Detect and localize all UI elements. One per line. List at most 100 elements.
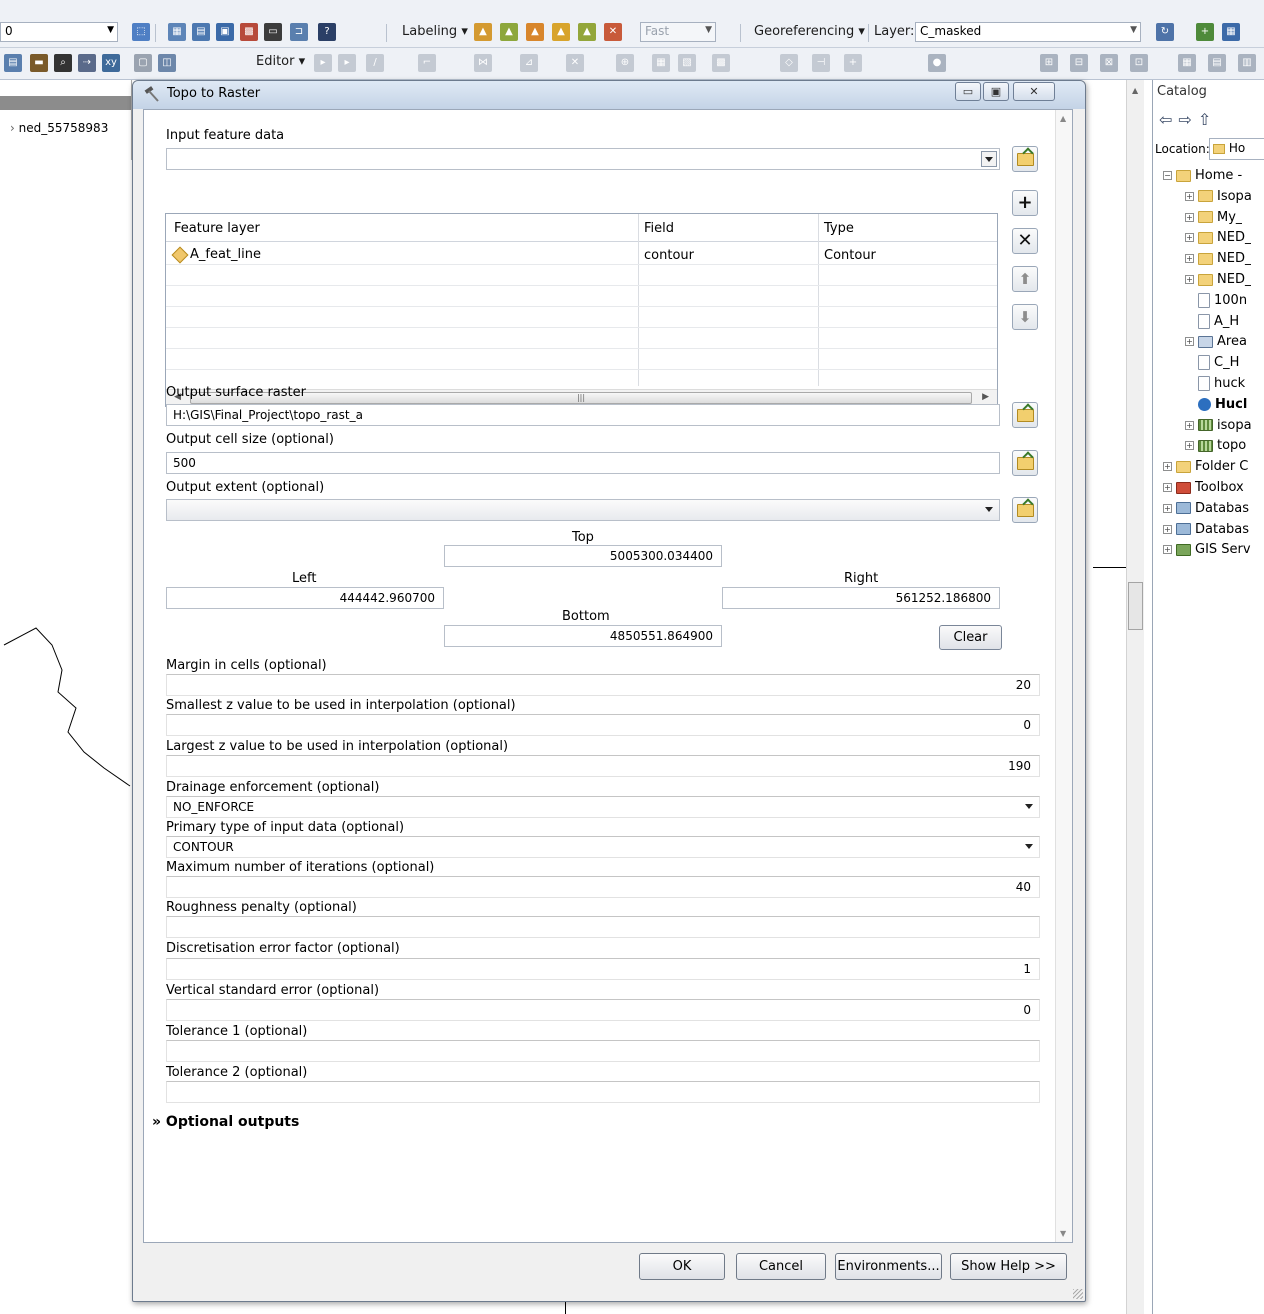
sketch-properties-icon[interactable]: ▧	[678, 54, 696, 72]
arctoolbox-icon[interactable]: ▩	[240, 23, 258, 41]
show-help-button[interactable]: Show Help >>	[950, 1253, 1067, 1280]
search-window-icon[interactable]: ▣	[216, 23, 234, 41]
tolerance1-field[interactable]	[166, 1040, 1040, 1062]
scrollbar-thumb[interactable]	[1128, 582, 1143, 630]
editor-menu[interactable]: Editor ▾	[256, 54, 305, 69]
extent-top-field[interactable]: 5005300.034400	[444, 545, 722, 567]
extent-left-field[interactable]: 444442.960700	[166, 587, 444, 609]
back-arrow-icon[interactable]: ⇦	[1159, 110, 1178, 129]
expand-icon[interactable]: +	[1163, 462, 1172, 472]
select-elements-icon[interactable]: ⬚	[132, 23, 150, 41]
modelbuilder-icon[interactable]: ⊐	[290, 23, 308, 41]
column-header-type[interactable]: Type	[824, 221, 854, 236]
browse-extent-button[interactable]	[1012, 497, 1038, 523]
expand-icon[interactable]: +	[1163, 524, 1172, 534]
topology-icon[interactable]: ◇	[780, 54, 798, 72]
add-data-icon[interactable]: ▬	[30, 54, 48, 72]
scroll-up-icon[interactable]: ▲	[1060, 114, 1066, 123]
tolerance2-field[interactable]	[166, 1081, 1040, 1103]
validate-topology-icon[interactable]: ●	[928, 54, 946, 72]
multi-displacement-icon[interactable]: ⊡	[1130, 54, 1148, 72]
toc-layer-item[interactable]: › ned_55758983	[10, 121, 108, 135]
extent-bottom-field[interactable]: 4850551.864900	[444, 625, 722, 647]
cell-size-field[interactable]: 500	[166, 452, 1000, 474]
catalog-tree-item[interactable]: + topo	[1185, 438, 1246, 458]
catalog-tree-item[interactable]: + isopa	[1185, 418, 1252, 438]
output-raster-field[interactable]: H:\GIS\Final_Project\topo_rast_a	[166, 404, 1000, 426]
edit-tool-icon[interactable]: ▸	[314, 54, 332, 72]
expand-icon[interactable]: +	[1163, 545, 1172, 555]
map-scale-combobox[interactable]: 0 ▼	[0, 22, 118, 42]
reshape-icon[interactable]: ⊿	[520, 54, 538, 72]
scroll-down-icon[interactable]: ▼	[1060, 1229, 1066, 1238]
extent-right-field[interactable]: 561252.186800	[722, 587, 1000, 609]
drainage-enforcement-select[interactable]: NO_ENFORCE	[166, 796, 1040, 818]
identity-link-icon[interactable]: ⊠	[1100, 54, 1118, 72]
catalog-tree-item[interactable]: + Databas	[1163, 501, 1249, 521]
link-table-icon[interactable]: ▥	[1238, 54, 1256, 72]
collapse-icon[interactable]: −	[1163, 171, 1172, 180]
catalog-tree-item[interactable]: huck	[1185, 376, 1245, 396]
find-route-icon[interactable]: ⇢	[78, 54, 96, 72]
python-window-icon[interactable]: ▭	[264, 23, 282, 41]
close-button[interactable]: ✕	[1013, 82, 1055, 101]
expand-icon[interactable]: +	[1185, 337, 1194, 347]
column-header-field[interactable]: Field	[644, 221, 674, 236]
type-cell[interactable]: Contour	[824, 248, 876, 263]
georeferencing-menu[interactable]: Georeferencing ▾	[754, 24, 865, 39]
edit-annotation-icon[interactable]: ▸	[338, 54, 356, 72]
catalog-tree-item[interactable]: + Databas	[1163, 522, 1249, 542]
catalog-tree-item[interactable]: C_H	[1185, 355, 1239, 375]
table-icon[interactable]: ▦	[168, 23, 186, 41]
catalog-tree-item[interactable]: 100n	[1185, 292, 1247, 313]
roughness-penalty-field[interactable]	[166, 916, 1040, 938]
catalog-tree-item[interactable]: + Toolbox	[1163, 480, 1244, 500]
move-down-button[interactable]: ⬇	[1012, 304, 1038, 330]
expand-icon[interactable]: +	[1185, 191, 1194, 201]
catalog-tree-item[interactable]: Hucl	[1185, 397, 1247, 417]
go-to-xy-icon[interactable]: xy	[102, 54, 120, 72]
time-slider-icon[interactable]: ▢	[134, 54, 152, 72]
discretisation-error-field[interactable]: 1	[166, 958, 1040, 980]
max-iterations-field[interactable]: 40	[166, 876, 1040, 898]
vertical-error-field[interactable]: 0	[166, 999, 1040, 1021]
adjust-icon[interactable]: ▦	[1178, 54, 1196, 72]
expand-icon[interactable]: +	[1185, 441, 1194, 451]
labeling-quality-combobox[interactable]: Fast ▼	[640, 22, 716, 42]
label-manager-icon[interactable]: ▲	[474, 23, 492, 41]
whats-this-icon[interactable]: ?	[318, 23, 336, 41]
labeling-menu[interactable]: Labeling ▾	[402, 24, 468, 39]
create-features-icon[interactable]: ▩	[712, 54, 730, 72]
map-topology-icon[interactable]: +	[844, 54, 862, 72]
pause-labeling-icon[interactable]: ▲	[552, 23, 570, 41]
view-link-table-icon[interactable]: ▦	[1222, 23, 1240, 41]
expand-icon[interactable]: +	[1185, 233, 1194, 243]
browse-input-features-button[interactable]	[1012, 146, 1038, 172]
pane-vertical-scrollbar[interactable]: ▲ ▼	[1055, 110, 1072, 1242]
move-up-button[interactable]: ⬆	[1012, 266, 1038, 292]
extent-combobox[interactable]	[166, 499, 1000, 521]
catalog-tree-item[interactable]: − Home -	[1163, 168, 1242, 188]
up-folder-icon[interactable]: ⇧	[1198, 110, 1217, 129]
environments-button[interactable]: Environments...	[835, 1253, 942, 1280]
catalog-tree-item[interactable]: + My_	[1185, 210, 1242, 230]
rotate-icon[interactable]: ↻	[1156, 23, 1174, 41]
preview-window-icon[interactable]: ▤	[1208, 54, 1226, 72]
trace-icon[interactable]: ⌐	[418, 54, 436, 72]
split-tool-icon[interactable]: ⊕	[616, 54, 634, 72]
scrollbar-thumb[interactable]: |||	[190, 392, 972, 404]
dropdown-button[interactable]	[981, 151, 997, 167]
minimize-button[interactable]: ▭	[955, 82, 981, 101]
layout-icon[interactable]: ▤	[4, 54, 22, 72]
forward-arrow-icon[interactable]: ⇨	[1178, 110, 1197, 129]
browse-output-raster-button[interactable]	[1012, 402, 1038, 428]
smallest-z-field[interactable]: 0	[166, 714, 1040, 736]
catalog-tree-item[interactable]: + Area	[1185, 334, 1247, 354]
ok-button[interactable]: OK	[639, 1253, 725, 1280]
expand-icon[interactable]: +	[1185, 420, 1194, 430]
catalog-tree-item[interactable]: + GIS Serv	[1163, 542, 1251, 562]
clear-extent-button[interactable]: Clear	[939, 625, 1002, 650]
displacement-links-icon[interactable]: ⊟	[1070, 54, 1088, 72]
input-feature-combobox[interactable]	[166, 148, 1000, 170]
largest-z-field[interactable]: 190	[166, 755, 1040, 777]
